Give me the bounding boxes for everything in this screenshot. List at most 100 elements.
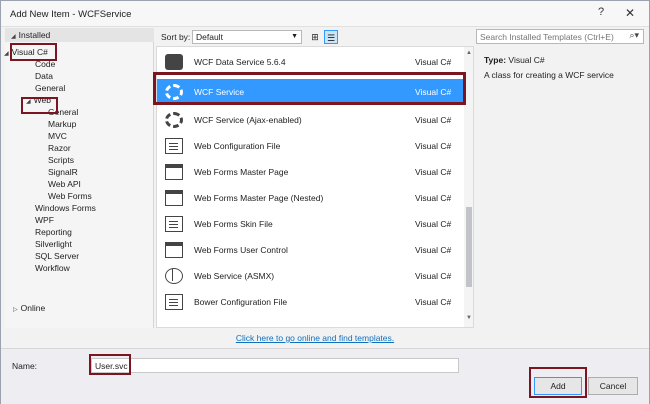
template-name: WCF Data Service 5.6.4 [194,57,286,67]
type-info: Type: Visual C# [484,55,545,65]
tree-item[interactable]: MVC [48,130,67,142]
tree-item-label: Scripts [48,155,74,165]
search-icon[interactable]: ⌕▾ [629,30,639,41]
search-input[interactable] [477,30,617,43]
template-name: Web Service (ASMX) [194,271,275,281]
template-language: Visual C# [415,297,452,307]
list-view-icon[interactable]: ☰ [324,30,338,44]
highlight-add [529,367,587,398]
template-name: Web Forms Skin File [194,219,273,229]
grid-view-icon[interactable]: ⊞ [308,30,322,44]
highlight-name [89,354,131,375]
tree-item[interactable]: Data [35,70,53,82]
file-icon [165,216,183,232]
config-file-icon [165,138,183,154]
tree-item[interactable]: General [35,82,65,94]
template-language: Visual C# [415,193,452,203]
name-input[interactable] [92,359,452,372]
template-name: Bower Configuration File [194,297,288,307]
tree-item[interactable]: Razor [48,142,71,154]
template-name: Web Forms Master Page [194,167,289,177]
help-button[interactable]: ? [598,6,604,18]
sort-label: Sort by: [161,32,191,42]
tree-item-label: Web API [48,179,81,189]
template-language: Visual C# [415,57,452,67]
tree-item[interactable]: SignalR [48,166,78,178]
add-new-item-dialog: Add New Item - WCFService ? ✕ ◢ Installed… [0,0,650,404]
template-row[interactable]: Bower Configuration File Visual C# [157,289,463,315]
tree-item-label: MVC [48,131,67,141]
search-box[interactable]: ⌕▾ [476,29,644,44]
highlight-visual-csharp [10,43,57,61]
online-label: Online [20,303,46,313]
tree-item[interactable]: Markup [48,118,76,130]
tree-item-label: Reporting [35,227,72,237]
template-row[interactable]: Web Forms Master Page (Nested) Visual C# [157,185,463,211]
type-value: Visual C# [508,55,545,65]
tree-item[interactable]: Silverlight [35,238,72,250]
online-templates-link[interactable]: Click here to go online and find templat… [236,333,394,343]
template-name: WCF Service (Ajax-enabled) [194,115,302,125]
installed-label: Installed [18,30,51,40]
tree-item-label: WPF [35,215,54,225]
page-icon [165,190,183,206]
collapse-icon: ◢ [11,34,16,40]
tree-item[interactable]: Reporting [35,226,72,238]
template-language: Visual C# [415,167,452,177]
tree-item-online[interactable]: ▷ Online [13,303,45,313]
scroll-down-icon[interactable]: ▼ [466,315,472,321]
template-row[interactable]: Web Forms Skin File Visual C# [157,211,463,237]
sort-toolbar: Sort by: Default ▼ ⊞ ☰ [156,28,474,46]
category-tree: ◢ Installed ◢ Visual C# Code Data General ◢ Web… [4,28,154,328]
tree-item[interactable]: Windows Forms [35,202,96,214]
online-link-area: Click here to go online and find templat… [156,328,474,348]
title-bar: Add New Item - WCFService ? ✕ [1,1,649,27]
tree-item[interactable]: Web API [48,178,81,190]
sort-dropdown[interactable]: Default ▼ [192,30,302,44]
cancel-button[interactable]: Cancel [588,377,638,395]
scrollbar-thumb[interactable] [466,207,472,287]
tree-item-label: Markup [48,119,77,129]
tree-item-label: Workflow [35,263,70,273]
config-file-icon [165,294,183,310]
type-key: Type: [484,55,507,65]
page-icon [165,164,183,180]
template-row[interactable]: Web Forms User Control Visual C# [157,237,463,263]
globe-icon [165,268,183,284]
bottom-bar: Name: Add Cancel [1,348,649,404]
template-language: Visual C# [415,245,452,255]
close-button[interactable]: ✕ [625,6,635,20]
highlight-wcf-service [153,72,466,105]
tree-item[interactable]: Web Forms [48,190,92,202]
database-icon [165,54,183,70]
tree-item-label: Silverlight [35,239,72,249]
template-row[interactable]: Web Configuration File Visual C# [157,133,463,159]
template-row[interactable]: WCF Service (Ajax-enabled) Visual C# [157,107,463,133]
installed-header[interactable]: ◢ Installed [5,28,154,42]
template-language: Visual C# [415,219,452,229]
template-description: A class for creating a WCF service [484,70,614,80]
template-language: Visual C# [415,115,452,125]
name-label: Name: [12,361,38,371]
name-field[interactable] [91,358,459,373]
tree-item[interactable]: Workflow [35,262,70,274]
tree-item-label: Web Forms [48,191,92,201]
tree-item-label: General [35,83,66,93]
gear-icon [165,112,183,128]
sort-value: Default [196,32,223,42]
template-name: Web Forms User Control [194,245,288,255]
tree-item[interactable]: Scripts [48,154,74,166]
window-title: Add New Item - WCFService [10,9,132,20]
template-name: Web Forms Master Page (Nested) [194,193,324,203]
template-language: Visual C# [415,141,452,151]
template-row[interactable]: Web Forms Master Page Visual C# [157,159,463,185]
tree-item[interactable]: SQL Server [35,250,79,262]
tree-item[interactable]: WPF [35,214,54,226]
scroll-up-icon[interactable]: ▲ [466,50,472,56]
tree-item-label: SQL Server [35,251,80,261]
expand-icon: ◢ [4,51,9,57]
tree-item-label: Data [35,71,53,81]
template-row[interactable]: Web Service (ASMX) Visual C# [157,263,463,289]
tree-item-label: Windows Forms [35,203,96,213]
template-name: Web Configuration File [194,141,281,151]
